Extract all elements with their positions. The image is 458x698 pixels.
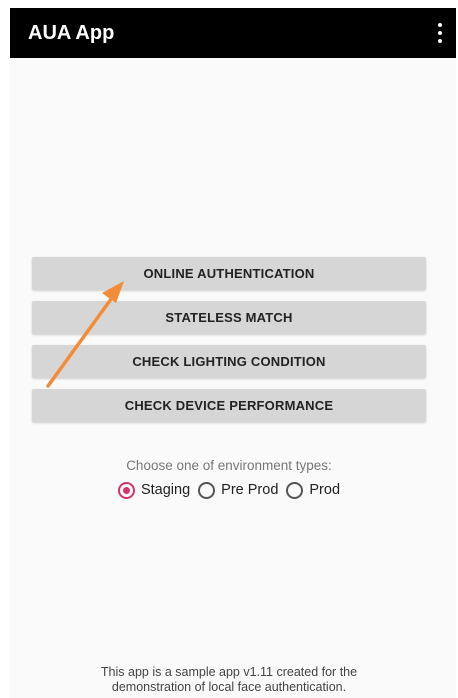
- radio-pre-prod[interactable]: Pre Prod: [198, 481, 278, 499]
- radio-checked-icon: [117, 481, 135, 499]
- more-vert-icon[interactable]: [430, 18, 450, 48]
- app-title: AUA App: [28, 22, 115, 44]
- footer-note: This app is a sample app v1.11 created f…: [0, 665, 458, 695]
- app-bar: AUA App: [10, 8, 456, 58]
- online-authentication-button[interactable]: ONLINE AUTHENTICATION: [32, 257, 426, 290]
- environment-radio-group: Staging Pre Prod Prod: [0, 478, 458, 502]
- radio-label-pre-prod: Pre Prod: [221, 482, 279, 498]
- footer-line-2: demonstration of local face authenticati…: [111, 680, 347, 694]
- radio-staging[interactable]: Staging: [117, 481, 191, 499]
- footer-line-1: This app is a sample app v1.11 created f…: [100, 665, 358, 679]
- radio-label-prod: Prod: [309, 482, 341, 498]
- radio-unchecked-icon: [286, 481, 304, 499]
- radio-prod[interactable]: Prod: [286, 481, 340, 499]
- radio-label-staging: Staging: [140, 482, 191, 498]
- environment-prompt: Choose one of environment types:: [126, 458, 332, 473]
- radio-unchecked-icon: [198, 481, 216, 499]
- check-lighting-condition-button[interactable]: CHECK LIGHTING CONDITION: [32, 345, 426, 378]
- check-device-performance-button[interactable]: CHECK DEVICE PERFORMANCE: [32, 389, 426, 422]
- stateless-match-button[interactable]: STATELESS MATCH: [32, 301, 426, 334]
